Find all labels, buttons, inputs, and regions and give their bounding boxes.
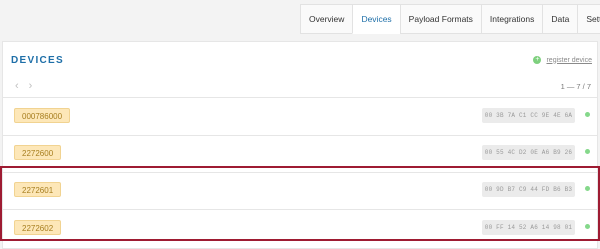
devices-card: DEVICES + register device ‹ › 1 — 7 / 7 … xyxy=(2,41,598,249)
tab-payload-formats[interactable]: Payload Formats xyxy=(399,4,481,34)
tab-integrations[interactable]: Integrations xyxy=(480,4,543,34)
device-eui: 00 55 4C D2 0E A6 B9 26 xyxy=(482,145,575,160)
device-id-badge[interactable]: 000786000 xyxy=(14,108,71,123)
status-online-dot xyxy=(585,224,590,229)
tab-data[interactable]: Data xyxy=(542,4,578,34)
chevron-right-icon[interactable]: › xyxy=(29,80,33,92)
status-online-dot xyxy=(585,149,590,154)
device-row[interactable]: 000786000 00 3B 7A C1 CC 9E 4E 6A xyxy=(3,99,597,133)
device-row[interactable]: 2272602 00 FF 14 52 A6 14 98 01 xyxy=(3,211,597,245)
status-online-dot xyxy=(585,186,590,191)
divider xyxy=(3,209,597,210)
device-eui: 00 FF 14 52 A6 14 98 01 xyxy=(482,220,575,235)
pagination-controls: ‹ › xyxy=(15,80,32,92)
device-eui: 00 3B 7A C1 CC 9E 4E 6A xyxy=(482,108,575,123)
device-id-badge[interactable]: 2272600 xyxy=(14,145,62,160)
device-row[interactable]: 2272600 00 55 4C D2 0E A6 B9 26 xyxy=(3,136,597,170)
device-row[interactable]: 2272601 00 9D B7 C9 44 FD B6 B3 xyxy=(3,173,597,207)
device-id-badge[interactable]: 2272602 xyxy=(14,220,62,235)
pagination-count: 1 — 7 / 7 xyxy=(560,82,591,91)
tab-settings[interactable]: Settings xyxy=(577,4,600,34)
divider xyxy=(3,97,597,98)
app-tabs: Overview Devices Payload Formats Integra… xyxy=(300,4,600,34)
status-online-dot xyxy=(585,112,590,117)
register-device-label[interactable]: register device xyxy=(546,57,592,64)
chevron-left-icon[interactable]: ‹ xyxy=(15,80,19,92)
plus-circle-icon: + xyxy=(533,56,542,64)
tab-devices[interactable]: Devices xyxy=(352,4,400,34)
register-device-link[interactable]: + register device xyxy=(533,56,592,64)
device-eui: 00 9D B7 C9 44 FD B6 B3 xyxy=(482,182,575,197)
devices-page: { "tabs": [ {"label": "Overview", "activ… xyxy=(0,0,600,249)
device-id-badge[interactable]: 2272601 xyxy=(14,182,62,197)
tab-overview[interactable]: Overview xyxy=(300,4,353,34)
page-title: DEVICES xyxy=(11,55,65,66)
